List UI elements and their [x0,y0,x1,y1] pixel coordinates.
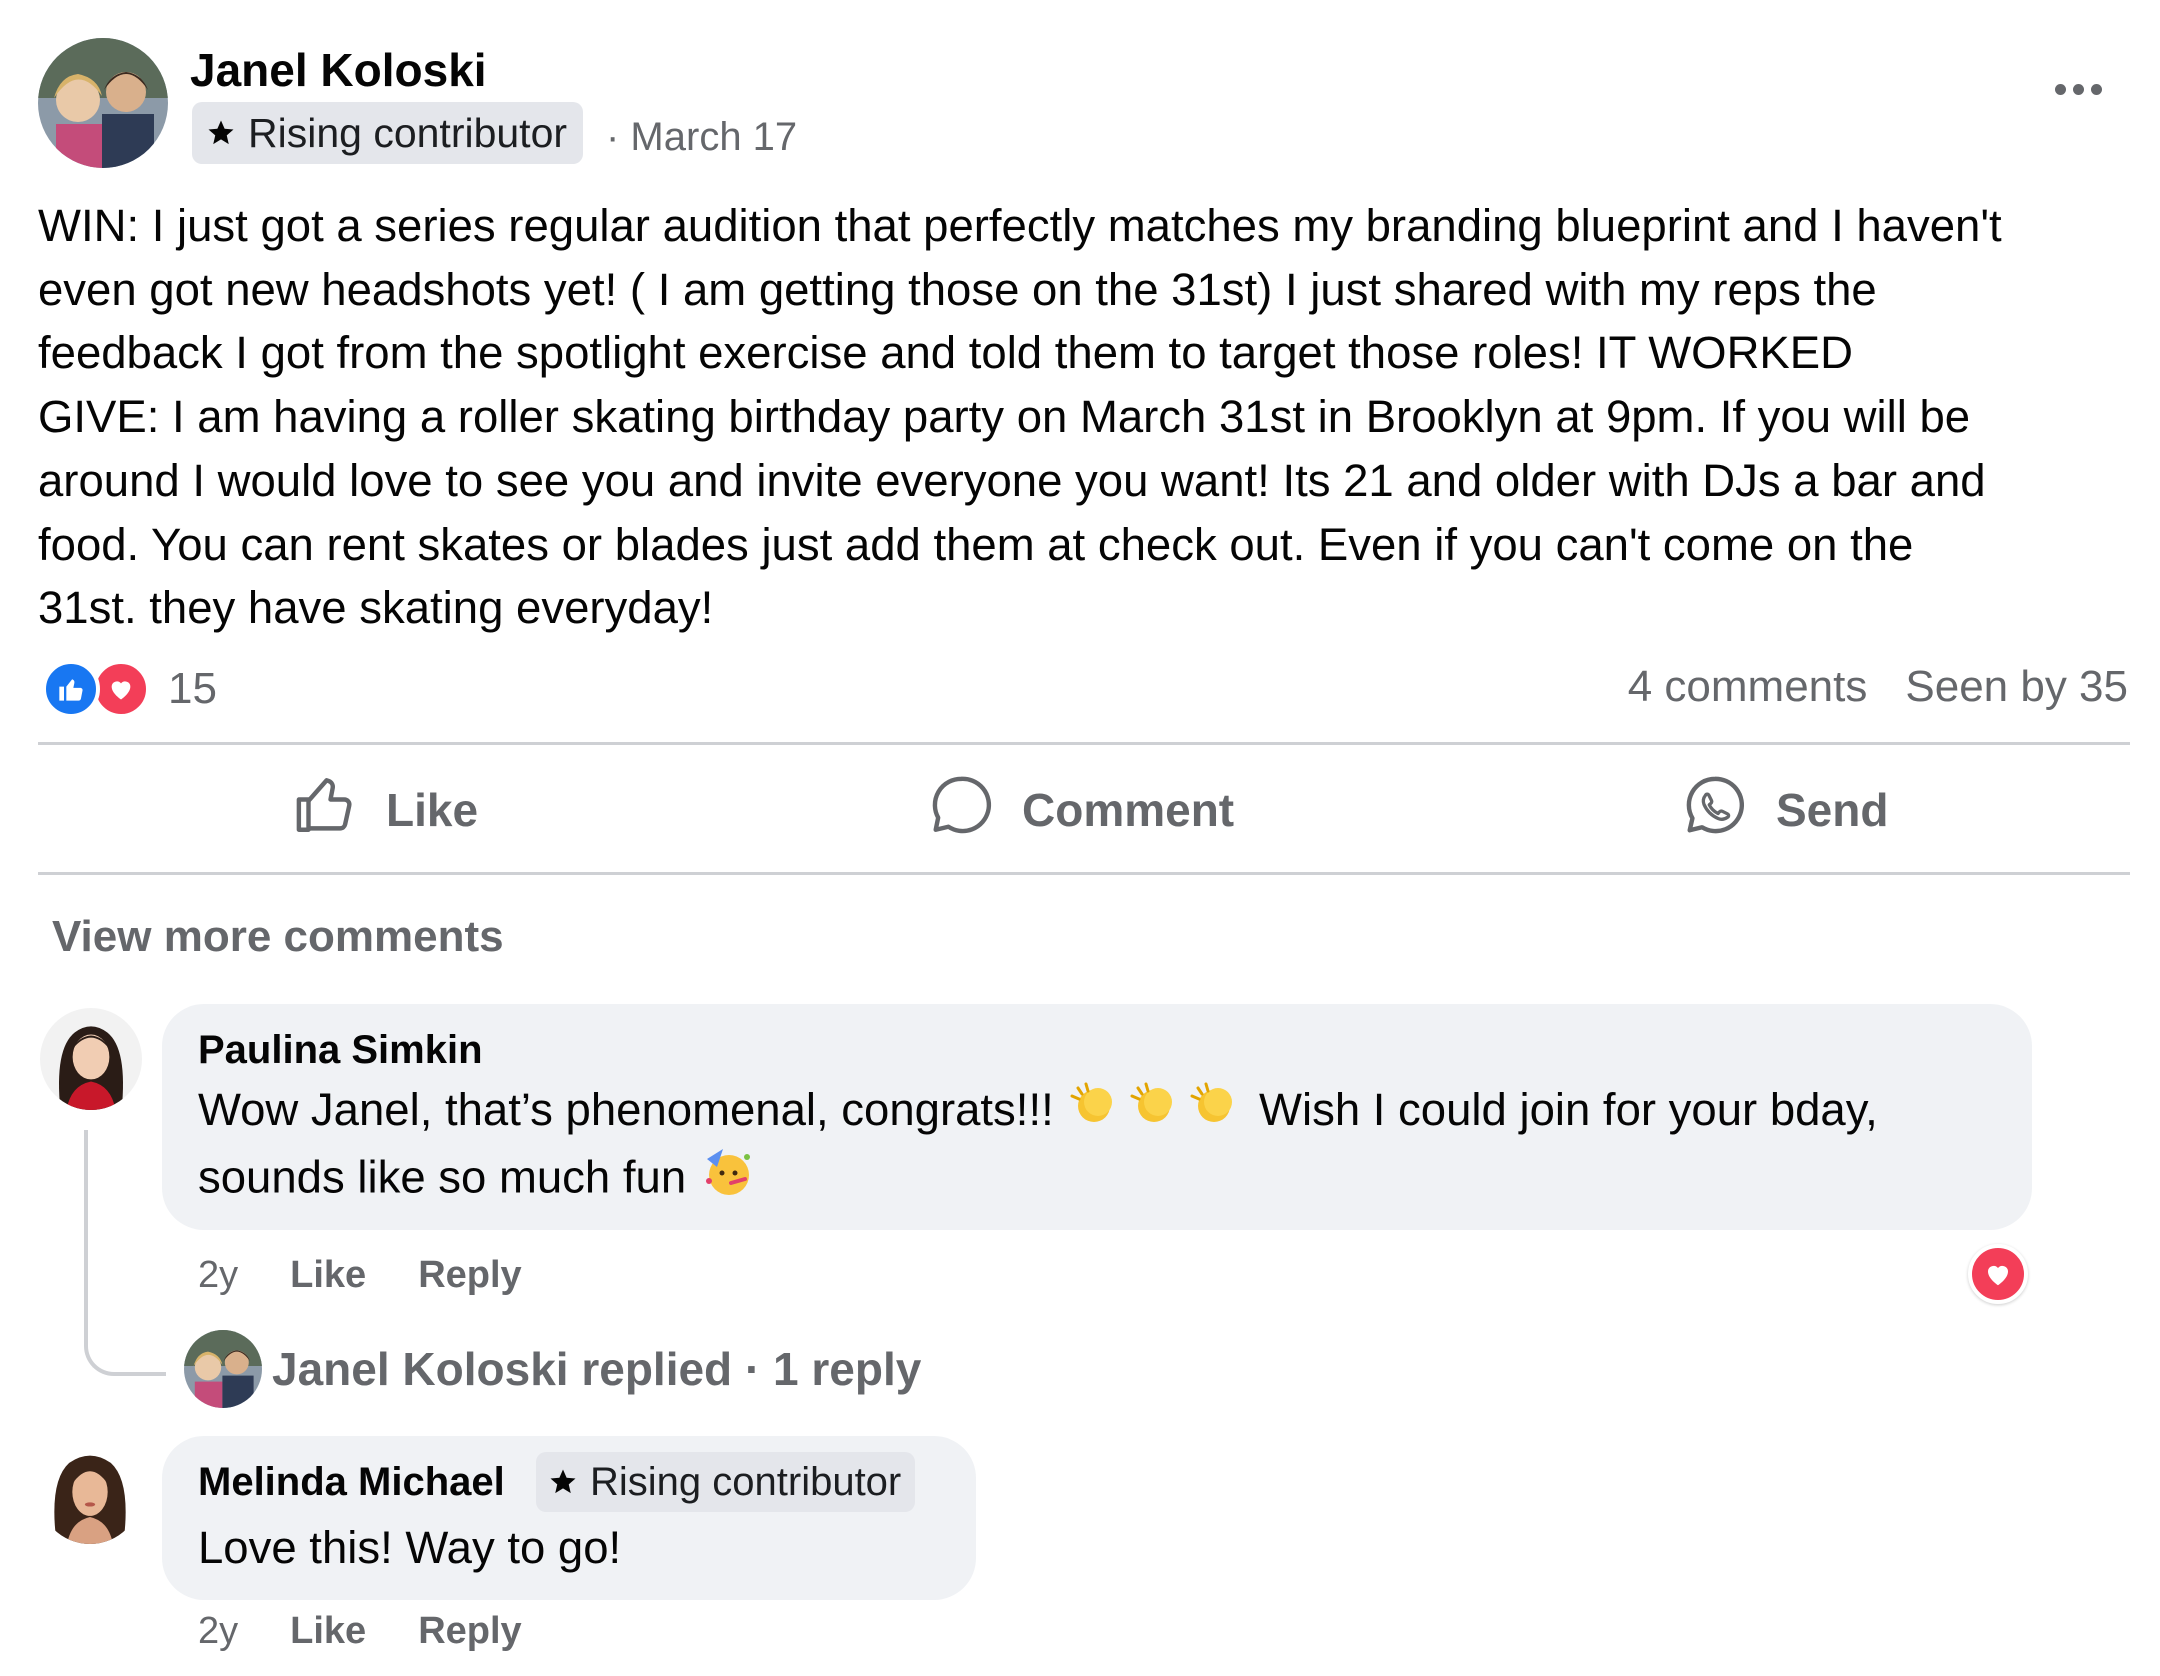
post-body-line: 31st. they have skating everyday! [38,582,714,634]
contributor-badge-label: Rising contributor [590,1459,902,1504]
view-replies-link[interactable]: Janel Koloski replied · 1 reply [272,1342,921,1396]
post-body: WIN: I just got a series regular auditio… [38,194,2128,640]
post-timestamp[interactable]: · March 17 [606,112,797,162]
love-reaction-icon [92,660,150,718]
commenter-avatar[interactable] [40,1008,142,1110]
reaction-count: 15 [168,664,217,713]
comment-icon [928,772,994,849]
author-avatar[interactable] [38,38,168,168]
comment-button-label: Comment [1022,784,1235,836]
comment-text-part: sounds like so much fun [198,1152,699,1203]
post-stats: 4 comments Seen by 35 [1628,662,2128,712]
comment-text-part: Wow Janel, that’s phenomenal, congrats!!… [198,1084,1067,1135]
commenter-name[interactable]: Paulina Simkin [198,1028,483,1073]
thumbs-up-icon [292,772,358,849]
comment-actions: 2y Like Reply [198,1610,522,1653]
like-button-label: Like [386,784,479,836]
reply-thread-line [84,1130,166,1376]
commenter-name[interactable]: Melinda Michael [198,1460,505,1505]
comment-like-button[interactable]: Like [290,1254,366,1297]
star-icon [548,1467,578,1497]
contributor-badge: Rising contributor [536,1452,916,1512]
post-body-line: WIN: I just got a series regular auditio… [38,200,2002,251]
post-body-line: even got new headshots yet! ( I am getti… [38,263,1877,315]
post-body-line: food. You can rent skates or blades just… [38,518,1914,570]
comment-text: Love this! Way to go! [198,1522,622,1573]
heart-icon[interactable] [1968,1244,2028,1304]
send-button[interactable]: Send [1682,770,1888,850]
author-name[interactable]: Janel Koloski [190,42,487,98]
send-button-label: Send [1776,784,1889,836]
comment-text-part: Wish I could join for your bday, [1246,1084,1878,1135]
contributor-badge: Rising contributor [192,102,584,164]
like-reaction-icon [42,660,100,718]
reactions-summary[interactable]: 15 [42,660,217,718]
comment-like-button[interactable]: Like [290,1610,366,1653]
post-body-line: around I would love to see you and invit… [38,454,1986,506]
post-body-line: feedback I got from the spotlight exerci… [38,327,1853,379]
seen-by-count[interactable]: Seen by 35 [1905,662,2128,712]
clapping-hands-icon [1128,1080,1184,1145]
divider [38,872,2130,875]
clapping-hands-icon [1188,1080,1244,1145]
messenger-icon [1682,772,1748,849]
comment-reply-button[interactable]: Reply [418,1610,521,1653]
partying-face-icon [701,1145,755,1216]
comment-button[interactable]: Comment [928,770,1234,850]
comments-count[interactable]: 4 comments [1628,662,1868,712]
reply-author-avatar[interactable] [184,1330,262,1408]
star-icon [206,118,236,148]
commenter-avatar[interactable] [38,1440,142,1544]
comment-text: Wow Janel, that’s phenomenal, congrats!!… [198,1078,1878,1216]
comment-timestamp[interactable]: 2y [198,1254,238,1297]
like-button[interactable]: Like [292,770,478,850]
more-icon[interactable] [2055,84,2102,95]
clapping-hands-icon [1068,1080,1124,1145]
view-more-comments-link[interactable]: View more comments [52,912,504,962]
divider [38,742,2130,745]
comment-reply-button[interactable]: Reply [418,1254,521,1297]
comment-actions: 2y Like Reply [198,1254,522,1297]
comment-timestamp[interactable]: 2y [198,1610,238,1653]
post-body-line: GIVE: I am having a roller skating birth… [38,391,1971,443]
contributor-badge-label: Rising contributor [248,109,568,156]
